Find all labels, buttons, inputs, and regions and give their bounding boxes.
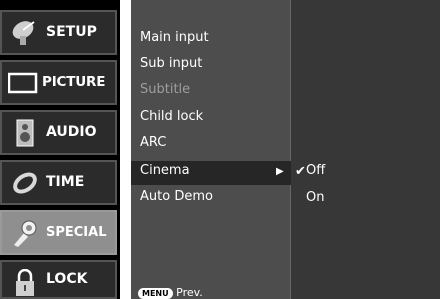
footer-action-label: Prev. — [176, 286, 203, 299]
sidebar-item-label: PICTURE — [42, 74, 106, 90]
sidebar-item-special[interactable]: SPECIAL — [0, 210, 117, 255]
gap — [120, 0, 131, 299]
sidebar-item-label: TIME — [46, 174, 85, 190]
menu-item-main-input[interactable]: Main input — [140, 30, 209, 45]
padlock-icon — [16, 269, 34, 296]
sidebar-item-label: AUDIO — [46, 124, 97, 140]
sidebar-item-audio[interactable]: AUDIO — [0, 110, 117, 155]
hand-tool-icon — [14, 220, 37, 247]
menu-item-cinema[interactable]: Cinema — [140, 163, 190, 178]
submenu-option-on[interactable]: On — [306, 190, 324, 205]
checkmark-icon: ✔ — [295, 164, 306, 179]
speaker-icon — [16, 119, 34, 147]
menu-item-auto-demo[interactable]: Auto Demo — [140, 189, 213, 204]
sidebar: SETUP PICTURE AUDIO TIME SPECIAL LOCK — [0, 0, 120, 299]
sidebar-item-picture[interactable]: PICTURE — [0, 60, 117, 105]
sidebar-item-lock[interactable]: LOCK — [0, 260, 117, 299]
menu-item-arc[interactable]: ARC — [140, 135, 166, 150]
satellite-dish-icon — [12, 21, 35, 45]
submenu-option-off[interactable]: Off — [306, 163, 325, 178]
menu-item-sub-input[interactable]: Sub input — [140, 56, 202, 71]
sidebar-item-setup[interactable]: SETUP — [0, 10, 117, 55]
sidebar-item-time[interactable]: TIME — [0, 160, 117, 205]
menu-item-child-lock[interactable]: Child lock — [140, 109, 203, 124]
menu-key-badge: MENU — [138, 287, 173, 299]
submenu-arrow-icon: ▶ — [276, 166, 284, 177]
footer-hint: MENU Prev. — [138, 286, 203, 299]
clock-icon — [13, 172, 37, 194]
sidebar-item-label: LOCK — [46, 271, 88, 287]
menu-item-subtitle: Subtitle — [140, 82, 191, 97]
sidebar-item-label: SETUP — [46, 24, 97, 40]
tv-screen-icon — [8, 72, 38, 94]
sidebar-item-label: SPECIAL — [46, 225, 107, 240]
submenu-column — [291, 0, 440, 299]
